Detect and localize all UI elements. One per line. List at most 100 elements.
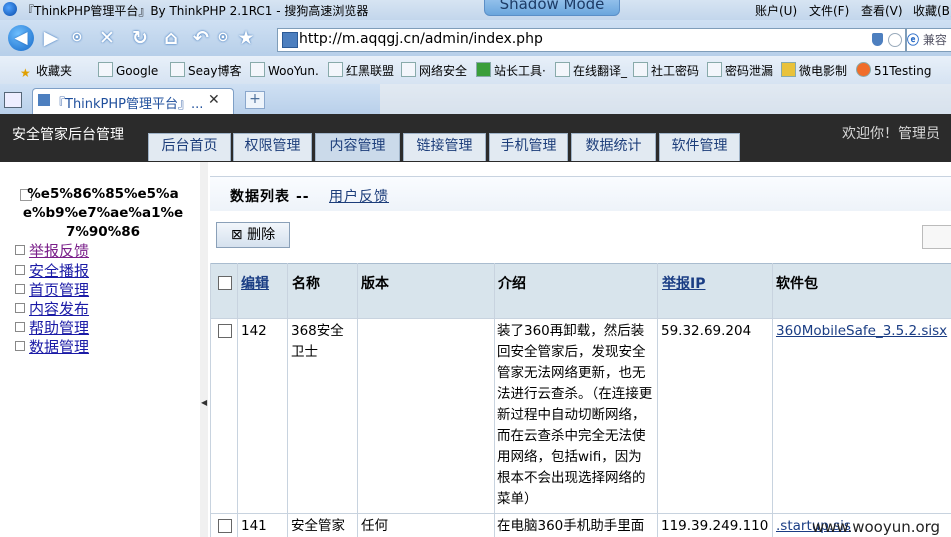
column-header-version: 版本 (361, 276, 389, 292)
sidebar-item-data[interactable]: 数据管理 (15, 336, 89, 357)
chinaz-icon (476, 62, 491, 77)
sidebar-item-help[interactable]: 帮助管理 (15, 317, 89, 338)
page-icon (328, 62, 343, 77)
page-title: 数据列表 -- (230, 189, 310, 205)
row-checkbox[interactable] (218, 519, 232, 533)
package-link[interactable]: 360MobileSafe_3.5.2.sisx (776, 321, 947, 342)
row-version: 任何 (361, 518, 388, 534)
collapse-arrow-icon[interactable]: ◀ (201, 398, 207, 407)
content-header (210, 176, 951, 211)
column-divider (494, 263, 495, 537)
home-icon[interactable]: ⌂ (160, 27, 182, 49)
page-icon (555, 62, 570, 77)
url-text[interactable]: http://m.aqqgj.cn/admin/index.php (299, 31, 543, 47)
background-ghost (380, 84, 951, 114)
column-header-ip[interactable]: 举报IP (662, 273, 705, 293)
page-subtitle[interactable]: 用户反馈 (329, 186, 389, 206)
column-divider (210, 263, 211, 537)
bookmark-netsec[interactable]: 网络安全 (401, 62, 467, 79)
bookmark-google[interactable]: Google (98, 62, 158, 78)
delete-button[interactable]: ⊠ 删除 (216, 222, 290, 248)
testing-icon (856, 62, 871, 77)
watermark: www.wooyun.org (812, 518, 941, 536)
favorite-star-icon[interactable]: ★ (235, 27, 257, 49)
sidebar-item-report-feedback[interactable]: 举报反馈 (15, 240, 89, 261)
bookmark-pwd-leak[interactable]: 密码泄漏 (707, 62, 773, 79)
search-field[interactable] (922, 225, 951, 249)
stop-icon[interactable]: ✕ (96, 27, 118, 49)
column-header-name: 名称 (292, 276, 320, 292)
sidebar-toggle-icon[interactable] (4, 92, 22, 108)
column-header-intro: 介绍 (498, 276, 526, 292)
bookmark-favorites[interactable]: ★ 收藏夹 (20, 62, 72, 80)
tab-mobile[interactable]: 手机管理 (489, 133, 568, 161)
undo-dropdown-icon[interactable]: ⊙ (212, 27, 234, 49)
close-icon[interactable]: ✕ (208, 92, 220, 108)
row-id: 142 (241, 323, 267, 339)
welcome-text: 欢迎你！管理员 (842, 126, 940, 142)
tab-software[interactable]: 软件管理 (659, 133, 740, 161)
row-divider (210, 513, 951, 514)
page-icon (707, 62, 722, 77)
column-divider (287, 263, 288, 537)
bookmark-social-pwd[interactable]: 社工密码 (633, 62, 699, 79)
star-icon: ★ (20, 66, 31, 80)
page-icon (250, 62, 265, 77)
bookmark-translate[interactable]: 在线翻译_ (555, 62, 627, 79)
row-divider (210, 318, 951, 319)
ie-icon: ⓔ (907, 33, 920, 47)
browser-logo-icon (3, 2, 17, 16)
menu-account[interactable]: 账户(U) (755, 2, 797, 19)
menu-file[interactable]: 文件(F) (809, 2, 849, 19)
compat-label: 兼容 (922, 33, 947, 47)
sidebar-item-security-broadcast[interactable]: 安全播报 (15, 260, 89, 281)
row-name: 368安全卫士 (291, 323, 344, 360)
page-icon (282, 32, 298, 48)
bookmark-micro-film[interactable]: 微电影制 (781, 62, 847, 79)
new-tab-button[interactable]: + (245, 91, 265, 109)
select-all-checkbox[interactable] (218, 276, 232, 290)
compat-button[interactable]: ⓔ 兼容 (906, 28, 951, 52)
menu-favorites[interactable]: 收藏(B) (913, 2, 951, 19)
tab-statistics[interactable]: 数据统计 (571, 133, 656, 161)
security-shield-icon[interactable] (872, 33, 883, 46)
forward-icon[interactable]: ▶ (40, 27, 62, 49)
page-icon (401, 62, 416, 77)
tab-dashboard[interactable]: 后台首页 (148, 133, 231, 161)
refresh-icon[interactable]: ↻ (129, 27, 151, 49)
column-header-package: 软件包 (776, 276, 818, 292)
tab-permissions[interactable]: 权限管理 (233, 133, 312, 161)
tab-links[interactable]: 链接管理 (403, 133, 486, 161)
row-checkbox[interactable] (218, 324, 232, 338)
compat-mode-icon[interactable] (888, 33, 902, 47)
column-header-edit[interactable]: 编辑 (241, 273, 269, 293)
sidebar-item-homepage[interactable]: 首页管理 (15, 279, 89, 300)
table-header (210, 263, 951, 319)
sidebar-item-publish[interactable]: 内容发布 (15, 298, 89, 319)
row-id: 141 (241, 518, 267, 534)
google-icon (98, 62, 113, 77)
menu-view[interactable]: 查看(V) (861, 2, 903, 19)
panel-resize-handle[interactable] (200, 162, 208, 537)
row-ip: 119.39.249.110 (661, 518, 769, 534)
undo-close-icon[interactable]: ↶ (190, 27, 212, 49)
app-title: 安全管家后台管理 (12, 127, 124, 143)
menu-heading: %e5%86%85%e5%ae%b9%e7%ae%a1%e7%90%86 (22, 186, 184, 240)
bookmark-hackhome[interactable]: 红黑联盟 (328, 62, 394, 79)
tab-content[interactable]: 内容管理 (315, 133, 400, 161)
page-icon (38, 94, 50, 106)
bookmark-wooyun[interactable]: WooYun. (250, 62, 319, 78)
page-icon (170, 62, 185, 77)
bookmark-seay[interactable]: Seay博客 (170, 62, 241, 79)
window-title: 『ThinkPHP管理平台』By ThinkPHP 2.1RC1 - 搜狗高速浏… (22, 4, 369, 18)
bookmark-51testing[interactable]: 51Testing (856, 62, 931, 78)
column-divider (657, 263, 658, 537)
back-icon[interactable]: ◀ (8, 25, 34, 51)
row-intro: 在电脑360手机助手里面 (497, 518, 645, 534)
history-dropdown-icon[interactable]: ⊙ (66, 27, 88, 49)
row-intro: 装了360再卸载，然后装回安全管家后，发现安全管家无法网络更新，也无法进行云查杀… (497, 323, 653, 507)
bookmark-webmaster[interactable]: 站长工具· (476, 62, 546, 79)
page-icon (633, 62, 648, 77)
shadow-mode-badge[interactable]: Shadow Mode (484, 0, 620, 16)
column-divider (772, 263, 773, 537)
